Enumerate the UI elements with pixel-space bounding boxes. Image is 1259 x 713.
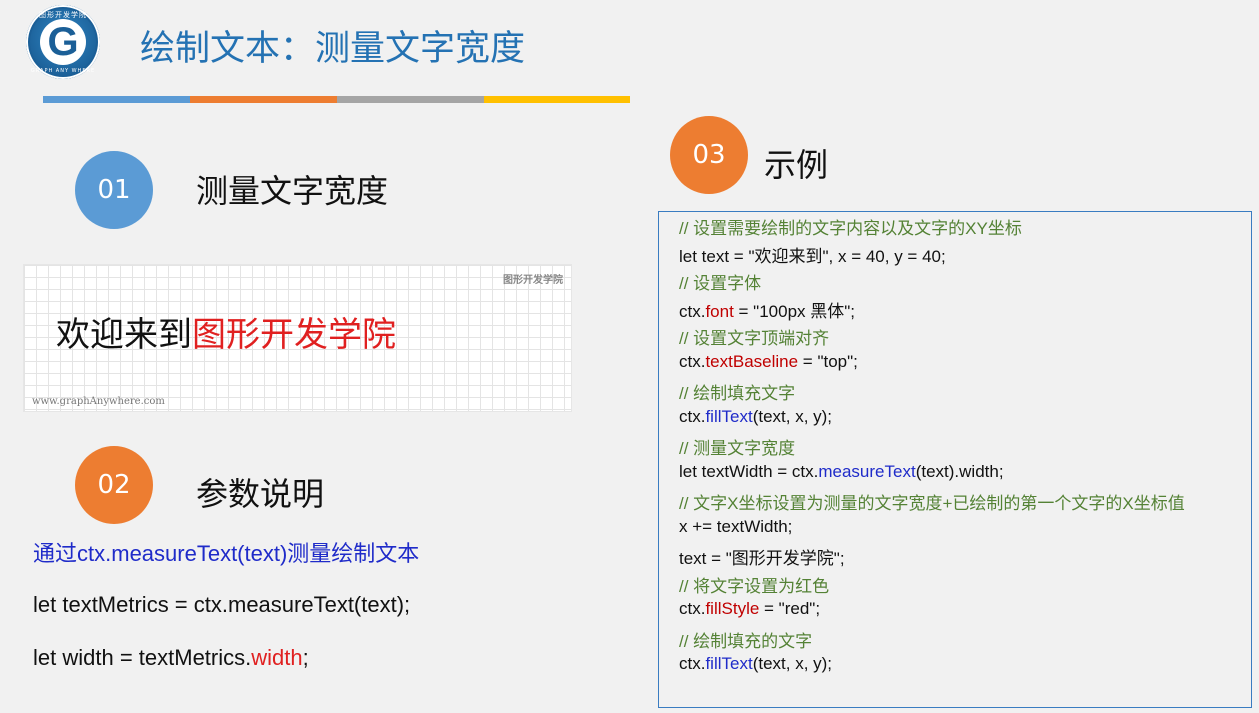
preview-url: www.graphAnywhere.com (32, 396, 165, 407)
code-line: ctx.font = "100px 黑体"; (679, 297, 855, 322)
code-comment: // 将文字设置为红色 (679, 577, 830, 596)
code-rest: = "top"; (798, 352, 858, 371)
preview-brand: 图形开发学院 (503, 275, 563, 286)
code-obj: ctx. (679, 302, 706, 321)
title-stripe-gray (337, 96, 484, 103)
param-code-line-2: let width = textMetrics.width; (33, 645, 309, 671)
code-rest: = "red"; (759, 599, 821, 618)
graph-anywhere-logo: 图形开发学院 G GRAPH ANY WHERE (26, 5, 100, 79)
page-title: 绘制文本：测量文字宽度 (140, 29, 526, 69)
code-obj: ctx. (679, 407, 706, 426)
line2-width-prop: width (251, 645, 303, 670)
preview-sample-text: 欢迎来到图形开发学院 (56, 307, 396, 356)
canvas-preview-image: 图形开发学院 欢迎来到图形开发学院 www.graphAnywhere.com (23, 264, 572, 412)
code-line: x += textWidth; (679, 517, 793, 536)
param-description: 通过ctx.measureText(text)测量绘制文本 (33, 536, 419, 568)
code-prop-fillstyle: fillStyle (705, 599, 760, 618)
code-method-measuretext: measureText (818, 462, 916, 481)
section-01-heading: 测量文字宽度 (196, 172, 389, 210)
code-line: ctx.fillText(text, x, y); (679, 654, 832, 674)
code-line: ctx.fillText(text, x, y); (679, 407, 832, 427)
section-03-number: 03 (692, 140, 726, 170)
section-03-badge: 03 (670, 116, 748, 194)
title-stripe-blue (43, 96, 190, 103)
code-obj: let textWidth = ctx. (679, 462, 819, 481)
section-03-heading: 示例 (764, 146, 829, 184)
line2-suffix: ; (302, 645, 309, 670)
desc-method: ctx.measureText(text) (77, 541, 288, 566)
code-prop-textbaseline: textBaseline (705, 352, 799, 371)
desc-prefix: 通过 (33, 542, 78, 567)
section-01-number: 01 (97, 175, 131, 205)
logo-bottom-text: GRAPH ANY WHERE (30, 68, 96, 74)
code-comment: // 设置字体 (679, 274, 762, 293)
code-comment: // 绘制填充的文字 (679, 632, 813, 651)
title-stripe-yellow (484, 96, 630, 103)
title-stripe-orange (190, 96, 337, 103)
code-example-box: // 设置需要绘制的文字内容以及文字的XY坐标 let text = "欢迎来到… (658, 211, 1252, 708)
code-prop-font: font (705, 302, 734, 321)
section-02-number: 02 (97, 470, 131, 500)
code-obj: ctx. (679, 352, 706, 371)
section-02-heading: 参数说明 (196, 475, 325, 513)
code-method-filltext: fillText (705, 654, 753, 673)
code-comment: // 文字X坐标设置为测量的文字宽度+已绘制的第一个文字的X坐标值 (679, 494, 1185, 513)
code-rest: (text).width; (915, 462, 1004, 481)
code-obj: ctx. (679, 599, 706, 618)
code-line: ctx.textBaseline = "top"; (679, 352, 858, 372)
code-rest: = "100px 黑体"; (733, 302, 856, 321)
desc-suffix: 测量绘制文本 (287, 542, 420, 567)
logo-ring: G (40, 19, 86, 65)
code-rest: (text, x, y); (752, 654, 833, 673)
preview-black-text: 欢迎来到 (56, 315, 192, 355)
code-line: ctx.fillStyle = "red"; (679, 599, 820, 619)
line2-prefix: let width = textMetrics. (33, 645, 252, 670)
logo-letter: G (47, 20, 79, 64)
code-method-filltext: fillText (705, 407, 753, 426)
code-line: let textWidth = ctx.measureText(text).wi… (679, 462, 1004, 482)
code-obj: ctx. (679, 654, 706, 673)
param-code-line-1: let textMetrics = ctx.measureText(text); (33, 592, 411, 617)
code-line: text = "图形开发学院"; (679, 549, 845, 568)
code-rest: (text, x, y); (752, 407, 833, 426)
section-01-badge: 01 (75, 151, 153, 229)
code-comment: // 设置文字顶端对齐 (679, 329, 830, 348)
code-comment: // 测量文字宽度 (679, 439, 796, 458)
code-comment: // 设置需要绘制的文字内容以及文字的XY坐标 (679, 219, 1022, 238)
preview-red-text: 图形开发学院 (192, 315, 396, 355)
code-comment: // 绘制填充文字 (679, 384, 796, 403)
code-line: let text = "欢迎来到", x = 40, y = 40; (679, 247, 946, 266)
section-02-badge: 02 (75, 446, 153, 524)
